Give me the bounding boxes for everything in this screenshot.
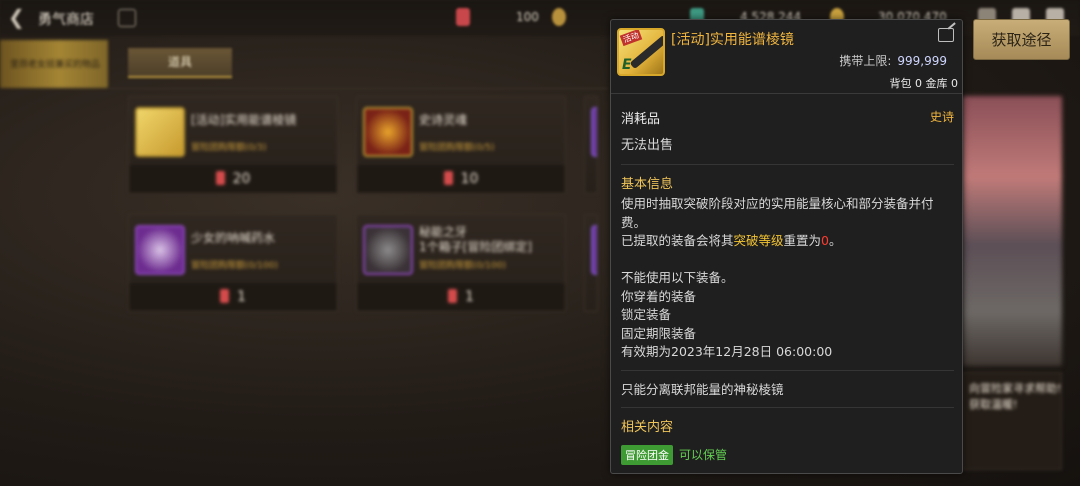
price-value: 1 bbox=[465, 289, 474, 305]
cannot-use-text: 不能使用以下装备。 bbox=[621, 270, 734, 285]
promo-notice[interactable]: 向冒险家寻求帮助! 获取温暖! bbox=[962, 372, 1062, 470]
item-price: 20 bbox=[129, 165, 337, 193]
no-sell-text: 无法出售 bbox=[621, 138, 674, 153]
item-limit: 冒险团购限额(0/5) bbox=[419, 143, 495, 153]
item-description: 使用时抽取突破阶段对应的实用能量核心和部分装备并付费。 已提取的装备会将其突破等… bbox=[621, 195, 954, 362]
item-note: 只能分离联邦能量的神秘棱镜 bbox=[621, 381, 784, 397]
restriction-item: 锁定装备 bbox=[621, 307, 672, 322]
left-category-tab[interactable]: 里昂老女班兼买的物品 bbox=[0, 40, 108, 88]
desc-line-2: 已提取的装备会将其突破等级重置为0。 bbox=[621, 233, 842, 248]
item-card[interactable]: 少女的呐喊药水 冒险团购限额(0/100) 1 bbox=[128, 214, 338, 312]
carry-limit-label: 携带上限: bbox=[839, 54, 892, 68]
item-tooltip: 活动 E [活动]实用能谱棱镜 携带上限: 999,999 背包 0 金库 0 消… bbox=[610, 19, 963, 474]
item-limit: 冒险团购限额(0/3) bbox=[191, 143, 267, 153]
item-price: 10 bbox=[357, 165, 565, 193]
item-name: 少女的呐喊药水 bbox=[191, 231, 276, 245]
share-icon[interactable] bbox=[938, 28, 954, 42]
item-name: 秘能之牙 1个箱子[冒险团绑定] bbox=[419, 225, 532, 254]
item-price: 1 bbox=[357, 283, 565, 311]
item-type-row: 消耗品 史诗 bbox=[621, 108, 954, 128]
item-limit: 冒险团购限额(0/100) bbox=[191, 261, 278, 271]
currency-icon bbox=[220, 289, 230, 303]
potion-icon bbox=[135, 225, 185, 275]
item-name: [活动]实用能谱棱镜 bbox=[191, 113, 297, 127]
currency-icon bbox=[215, 171, 225, 185]
mailbox-icon[interactable] bbox=[118, 9, 136, 27]
restriction-item: 你穿着的装备 bbox=[621, 288, 697, 304]
currency-icon bbox=[448, 289, 458, 303]
item-title: [活动]实用能谱棱镜 bbox=[671, 32, 794, 48]
item-category: 消耗品 bbox=[621, 112, 661, 127]
carry-limit: 携带上限: 999,999 bbox=[839, 52, 947, 69]
desc-line-1: 使用时抽取突破阶段对应的实用能量核心和部分装备并付费。 bbox=[621, 196, 934, 230]
item-card-partial[interactable] bbox=[584, 96, 598, 194]
divider bbox=[621, 369, 954, 371]
currency-1-value: 100 bbox=[516, 10, 539, 24]
item-card[interactable]: [活动]实用能谱棱镜 冒险团购限额(0/3) 20 bbox=[128, 96, 338, 194]
divider bbox=[621, 406, 954, 408]
price-value: 10 bbox=[460, 171, 479, 187]
expire-date: 有效期为2023年12月28日 06:00:00 bbox=[621, 344, 833, 359]
item-card[interactable]: 秘能之牙 1个箱子[冒险团绑定] 冒险团购限额(0/100) 1 bbox=[356, 214, 566, 312]
item-price: 1 bbox=[129, 283, 337, 311]
grade-letter: E bbox=[622, 57, 632, 73]
storage-count: 背包 0 金库 0 bbox=[889, 77, 959, 90]
basic-info-title: 基本信息 bbox=[621, 177, 674, 192]
fang-box-icon bbox=[363, 225, 413, 275]
prism-icon bbox=[135, 107, 185, 157]
prism-icon: 活动 E bbox=[617, 28, 665, 76]
item-icon bbox=[591, 107, 597, 157]
price-value: 20 bbox=[232, 171, 251, 187]
currency-2-icon bbox=[552, 8, 566, 26]
promo-text: 向冒险家寻求帮助! 获取温暖! bbox=[969, 382, 1062, 411]
related-content-title: 相关内容 bbox=[621, 419, 674, 435]
tooltip-header: 活动 E [活动]实用能谱棱镜 携带上限: 999,999 背包 0 金库 0 bbox=[611, 20, 962, 94]
currency-1-icon bbox=[456, 8, 470, 26]
account-bound-badge: 冒险团金 bbox=[621, 444, 673, 465]
related-content-row: 冒险团金 可以保管 bbox=[621, 444, 954, 465]
back-arrow-icon[interactable]: ❮ bbox=[8, 6, 30, 28]
currency-icon bbox=[443, 171, 453, 185]
item-rarity: 史诗 bbox=[929, 110, 954, 124]
price-value: 1 bbox=[237, 289, 246, 305]
item-card[interactable]: 史诗灵魂 冒险团购限额(0/5) 10 bbox=[356, 96, 566, 194]
item-limit: 冒险团购限额(0/100) bbox=[419, 261, 506, 271]
get-path-button[interactable]: 获取途径 bbox=[973, 19, 1070, 60]
divider bbox=[621, 164, 954, 165]
left-category-label: 里昂老女班兼买的物品 bbox=[10, 60, 101, 70]
restriction-item: 固定期限装备 bbox=[621, 325, 697, 341]
item-icon bbox=[591, 225, 597, 275]
divider bbox=[108, 88, 608, 89]
tab-items[interactable]: 道具 bbox=[128, 48, 232, 78]
item-name: 史诗灵魂 bbox=[419, 113, 468, 127]
tooltip-body: 消耗品 史诗 无法出售 基本信息 使用时抽取突破阶段对应的实用能量核心和部分装备… bbox=[621, 108, 954, 465]
shop-title: 勇气商店 bbox=[38, 12, 94, 28]
promo-banner[interactable] bbox=[962, 96, 1062, 366]
carry-limit-value: 999,999 bbox=[897, 54, 947, 68]
keepable-text: 可以保管 bbox=[679, 447, 728, 462]
soul-icon bbox=[363, 107, 413, 157]
item-card-partial[interactable] bbox=[584, 214, 598, 312]
event-tag: 活动 bbox=[619, 30, 643, 47]
